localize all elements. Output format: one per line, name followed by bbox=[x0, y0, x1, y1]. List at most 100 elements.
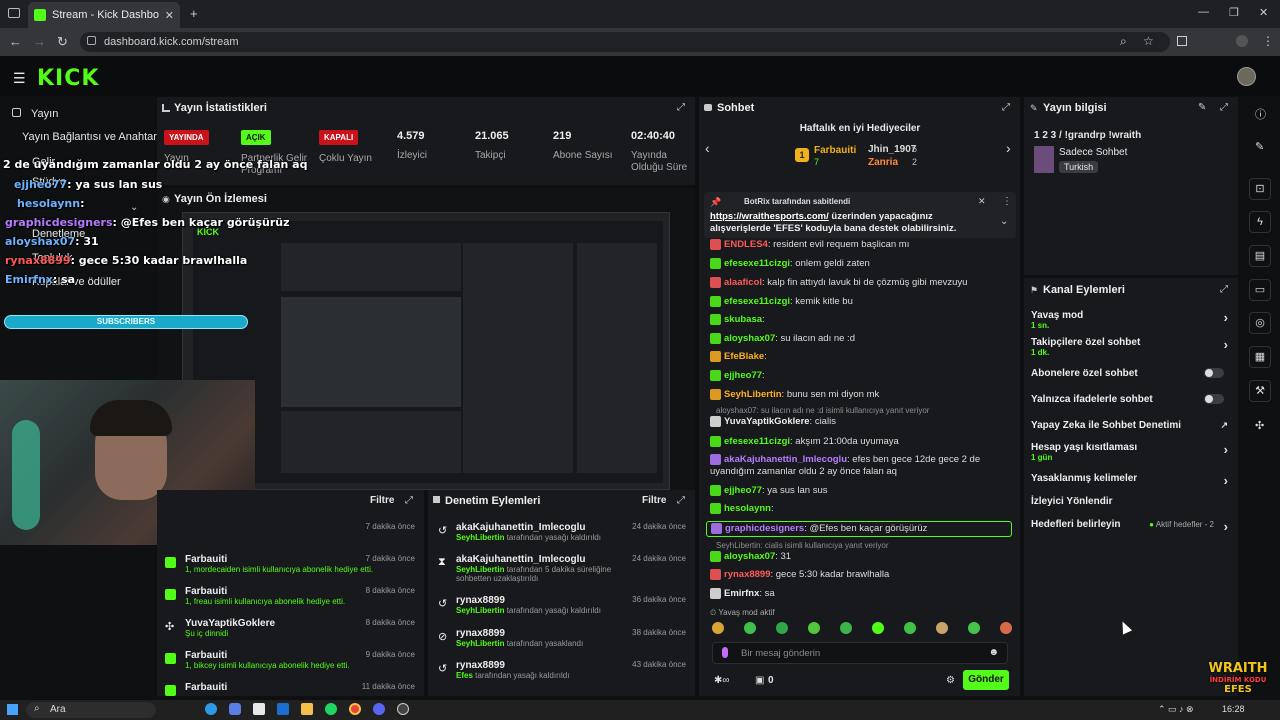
emote-icon[interactable] bbox=[1000, 622, 1012, 634]
bookmark-star-icon[interactable]: ☆ bbox=[1143, 34, 1154, 48]
camera-icon[interactable]: ⊡ bbox=[1249, 178, 1271, 200]
emote-icon[interactable] bbox=[712, 622, 724, 634]
broadcast-icon[interactable]: ◎ bbox=[1249, 312, 1271, 334]
close-tab-icon[interactable]: ✕ bbox=[165, 9, 174, 22]
sidebar-item-stream[interactable]: Yayın bbox=[6, 106, 146, 122]
mic-icon[interactable] bbox=[722, 647, 728, 658]
browser-menu-icon[interactable]: ⋮ bbox=[1262, 34, 1274, 48]
chat-username[interactable]: aloyshax07 bbox=[724, 551, 775, 562]
pinned-menu-icon[interactable]: ⋮ bbox=[1002, 196, 1012, 207]
tab-search-icon[interactable] bbox=[8, 8, 20, 18]
new-tab-icon[interactable]: + bbox=[190, 6, 198, 21]
chat-username[interactable]: efesexe11cizgi bbox=[724, 296, 790, 307]
chat-username[interactable]: ejjheo77 bbox=[724, 485, 762, 496]
chat-bubble-icon[interactable]: ▭ bbox=[1249, 279, 1271, 301]
chat-message[interactable]: aloyshax07: 31 bbox=[710, 551, 1010, 563]
chat-username[interactable]: YuvaYaptikGoklere bbox=[724, 416, 810, 427]
emote-icon[interactable] bbox=[840, 622, 852, 634]
pinned-link[interactable]: https://wraithesports.com/ bbox=[710, 211, 829, 222]
browser-tab[interactable]: Stream - Kick Dashboard ✕ bbox=[28, 2, 180, 28]
chat-message[interactable]: hesolaynn: bbox=[710, 503, 1010, 515]
info-circle-icon[interactable]: ⓘ bbox=[1255, 106, 1266, 122]
chat-message[interactable]: Emirfnx: sa bbox=[710, 588, 1010, 600]
emote-icon[interactable] bbox=[776, 622, 788, 634]
chat-username[interactable]: akaKajuhanettin_Imlecoglu bbox=[724, 454, 847, 465]
chat-username[interactable]: alaaficol bbox=[724, 277, 762, 288]
document-icon[interactable]: ▤ bbox=[1249, 245, 1271, 267]
edge-icon[interactable] bbox=[205, 703, 217, 715]
chat-message[interactable]: skubasa: bbox=[710, 314, 1010, 326]
user-avatar[interactable] bbox=[1237, 67, 1256, 86]
emote-icon[interactable] bbox=[808, 622, 820, 634]
chat-message[interactable]: rynax8899: gece 5:30 kadar brawlhalla bbox=[710, 569, 1010, 581]
chat-username[interactable]: efesexe11cizgi bbox=[724, 436, 790, 447]
gifters-next-icon[interactable]: › bbox=[1006, 140, 1011, 156]
maximize-icon[interactable]: ❐ bbox=[1229, 6, 1239, 19]
followers-only-row[interactable]: Takipçilere özel sohbet 1 dk. › bbox=[1031, 337, 1236, 359]
extensions-icon[interactable] bbox=[1177, 36, 1187, 46]
forward-icon[interactable]: → bbox=[33, 34, 46, 49]
share-icon[interactable]: ✣ bbox=[1255, 419, 1264, 432]
send-button[interactable]: Gönder bbox=[963, 670, 1009, 690]
zoom-icon[interactable]: ⌕ bbox=[1120, 34, 1127, 49]
chat-message[interactable]: YuvaYaptikGoklere: cialis bbox=[710, 416, 1010, 428]
reload-icon[interactable]: ↻ bbox=[57, 34, 68, 50]
stream-preview-video[interactable]: KICK bbox=[182, 212, 670, 490]
chat-username[interactable]: hesolaynn bbox=[724, 503, 771, 514]
app-icon[interactable] bbox=[229, 703, 241, 715]
chat-username[interactable]: efesexe11cizgi bbox=[724, 258, 790, 269]
spotify-icon[interactable] bbox=[325, 703, 337, 715]
chat-message[interactable]: ejjheo77: ya sus lan sus bbox=[710, 485, 1010, 497]
chat-username[interactable]: EfeBlake bbox=[724, 351, 764, 362]
address-bar[interactable]: dashboard.kick.com/stream bbox=[80, 32, 1170, 52]
back-icon[interactable]: ← bbox=[9, 34, 22, 49]
gifter-name[interactable]: Farbauiti bbox=[814, 145, 856, 156]
expand-icon[interactable]: ⤢ bbox=[405, 495, 413, 506]
gifters-prev-icon[interactable]: ‹ bbox=[705, 140, 710, 156]
category-name[interactable]: Sadece Sohbet bbox=[1059, 147, 1127, 158]
expand-icon[interactable]: ⤢ bbox=[1220, 284, 1228, 295]
chevron-down-icon[interactable]: ⌄ bbox=[130, 202, 138, 213]
emote-icon[interactable] bbox=[872, 622, 884, 634]
start-icon[interactable] bbox=[7, 704, 18, 715]
emote-icon[interactable] bbox=[968, 622, 980, 634]
chat-input[interactable]: Bir mesaj gönderin ☻ bbox=[712, 642, 1008, 664]
sidebar-item-stream-key[interactable]: Yayın Bağlantısı ve Anahtarı bbox=[22, 131, 160, 143]
chevron-down-icon[interactable]: ⌄ bbox=[1000, 216, 1008, 227]
raid-row[interactable]: İzleyici Yönlendir bbox=[1031, 496, 1236, 510]
chat-message[interactable]: graphicdesigners: @Efes ben kaçar görüşü… bbox=[706, 521, 1012, 538]
expand-icon[interactable]: ⤢ bbox=[1002, 102, 1010, 113]
pencil-icon[interactable]: ✎ bbox=[1255, 140, 1264, 153]
obs-icon[interactable] bbox=[397, 703, 409, 715]
profile-icon[interactable] bbox=[1236, 35, 1248, 47]
unpin-icon[interactable]: ✕ bbox=[978, 196, 986, 207]
kick-logo[interactable]: KICK bbox=[37, 66, 99, 91]
moderation-filter-label[interactable]: Filtre bbox=[642, 495, 666, 506]
chat-message[interactable]: ENDLES4: resident evil requem başlican m… bbox=[710, 239, 1010, 251]
store-icon[interactable] bbox=[253, 703, 265, 715]
chat-message[interactable]: ejjheo77: bbox=[710, 370, 1010, 382]
hamburger-menu-icon[interactable]: ☰ bbox=[13, 70, 26, 87]
close-window-icon[interactable]: ✕ bbox=[1259, 6, 1268, 19]
gifter-name[interactable]: Zanria bbox=[868, 157, 898, 168]
subscribers-only-toggle[interactable] bbox=[1204, 368, 1224, 378]
chat-message[interactable]: efesexe11cizgi: akşım 21:00da uyumaya bbox=[710, 436, 1010, 448]
expand-icon[interactable]: ⤢ bbox=[677, 102, 685, 113]
taskbar-search[interactable]: ⌕ Ara bbox=[26, 702, 156, 718]
emote-icon[interactable] bbox=[904, 622, 916, 634]
outlook-icon[interactable] bbox=[277, 703, 289, 715]
emote-icon[interactable] bbox=[936, 622, 948, 634]
expand-icon[interactable]: ⤢ bbox=[1220, 102, 1228, 113]
emote-icon[interactable] bbox=[744, 622, 756, 634]
edit-icon[interactable]: ✎ bbox=[1198, 102, 1206, 113]
chat-message[interactable]: SeyhLibertin: bunu sen mi diyon mk bbox=[710, 389, 1010, 401]
chat-username[interactable]: ejjheo77 bbox=[724, 370, 762, 381]
chat-message[interactable]: efesexe11cizgi: kemik kitle bu bbox=[710, 296, 1010, 308]
chat-username[interactable]: graphicdesigners bbox=[725, 523, 804, 534]
chat-username[interactable]: ENDLES4 bbox=[724, 239, 768, 250]
chat-username[interactable]: rynax8899 bbox=[724, 569, 770, 580]
chat-message[interactable]: aloyshax07: su ilacın adı ne :d bbox=[710, 333, 1010, 345]
account-age-row[interactable]: Hesap yaşı kısıtlaması 1 gün › bbox=[1031, 442, 1236, 464]
folder-icon[interactable] bbox=[301, 703, 313, 715]
gifter-name[interactable]: Jhin_1907 bbox=[868, 144, 916, 155]
